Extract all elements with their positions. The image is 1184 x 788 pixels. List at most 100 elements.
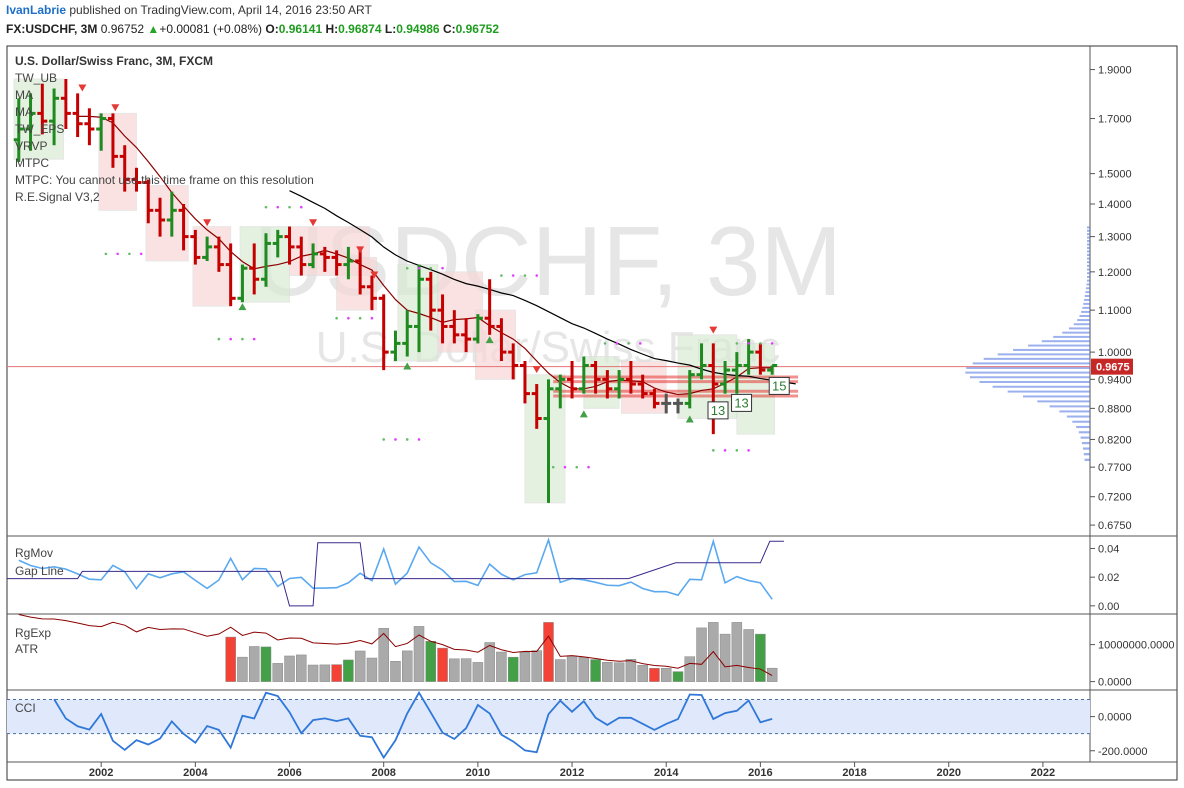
signal-dot <box>417 266 421 270</box>
pane4-label-cci[interactable]: CCI <box>15 701 36 715</box>
rgexp-bar <box>696 627 707 682</box>
volume-profile-bar <box>1079 314 1090 317</box>
volume-profile-bar <box>1013 348 1090 351</box>
pane3-label-atr[interactable]: ATR <box>15 642 38 656</box>
rgexp-bar <box>719 633 731 682</box>
indicator-mtpc-warning: MTPC: You cannot use this time frame on … <box>15 173 314 187</box>
price-tick-label: 1.2000 <box>1098 267 1132 279</box>
rgexp-bar <box>672 671 684 682</box>
volume-profile-bar <box>1062 331 1090 334</box>
volume-profile-bar <box>1087 257 1090 260</box>
pane3-tick-label: 10000000.0000 <box>1098 640 1174 652</box>
signal-dot <box>252 337 256 341</box>
rgexp-bar <box>743 629 754 682</box>
gap-line <box>7 540 784 607</box>
time-tick-label: 2020 <box>936 767 960 779</box>
indicator-mtpc[interactable]: MTPC <box>15 156 49 170</box>
time-tick-label: 2018 <box>842 767 866 779</box>
price-tick-label: 0.7700 <box>1098 462 1132 474</box>
signal-dot <box>747 342 750 345</box>
indicator-ma-1[interactable]: MA <box>15 88 33 102</box>
rgmov-line <box>18 537 773 600</box>
indicator-resignal[interactable]: R.E.Signal V3,2 <box>15 190 100 204</box>
rgexp-bar <box>237 656 248 682</box>
volume-profile-bar <box>979 380 1090 383</box>
buy-signal-icon <box>579 410 588 418</box>
volume-profile-bar <box>1087 233 1090 236</box>
signal-dot <box>394 438 397 441</box>
volume-profile-bar <box>1087 246 1090 249</box>
volume-profile-bar <box>969 376 1090 379</box>
rgexp-bar <box>296 654 307 682</box>
volume-profile-bar <box>1023 395 1090 398</box>
indicator-vrvp[interactable]: VRVP <box>15 139 47 153</box>
signal-dot <box>523 274 527 277</box>
chart-canvas[interactable]: USDCHF, 3M U.S. Dollar/Swiss Franc 13 131… <box>0 0 1184 788</box>
volume-profile-bar <box>1085 287 1090 290</box>
pane2-label-rgmov[interactable]: RgMov <box>15 546 53 560</box>
signal-dot <box>139 252 143 256</box>
signal-dot <box>563 465 567 469</box>
indicator-tw-eps[interactable]: TW_EPS <box>15 122 64 136</box>
rgexp-bar <box>343 659 354 682</box>
signal-dot <box>615 342 619 345</box>
time-tick-label: 2012 <box>560 767 584 779</box>
volume-profile-bar <box>1081 310 1090 313</box>
price-tick-label: 1.9000 <box>1098 65 1132 77</box>
price-tick-label: 1.1000 <box>1098 305 1132 317</box>
signal-dot <box>511 274 515 277</box>
signal-dot <box>264 205 268 209</box>
volume-profile-bar <box>1059 410 1090 413</box>
signal-dot <box>405 438 409 441</box>
indicator-ma-2[interactable]: MA <box>15 105 33 119</box>
price-tick-label: 0.8200 <box>1098 434 1132 446</box>
signal-dot <box>217 337 221 341</box>
rgmov-pane <box>7 537 784 607</box>
rgexp-bar <box>390 661 401 682</box>
buy-signal-icon <box>238 303 247 311</box>
signal-dot <box>104 252 108 256</box>
rgexp-bar <box>660 668 672 682</box>
volume-profile-bar <box>1068 327 1090 330</box>
rgexp-bar <box>331 664 342 682</box>
signal-dot <box>370 316 374 320</box>
volume-profile-bar <box>1084 458 1090 461</box>
signal-dot <box>747 449 750 452</box>
rgexp-bar <box>755 633 766 682</box>
pane2-label-gapline[interactable]: Gap Line <box>15 564 64 578</box>
rgexp-bar <box>578 656 590 682</box>
volume-profile-bar <box>1085 291 1090 294</box>
signal-dot <box>128 252 131 256</box>
rgexp-bar <box>449 658 460 682</box>
volume-profile-bar <box>1082 447 1090 450</box>
time-tick-label: 2016 <box>748 767 772 779</box>
rgexp-bar <box>602 662 613 682</box>
indicator-tw-ub[interactable]: TW_UB <box>15 71 57 85</box>
count-marker-label: 13 <box>734 395 748 410</box>
signal-dot <box>735 342 739 345</box>
volume-profile-bar <box>1049 405 1090 408</box>
pane3-label-rgexp[interactable]: RgExp <box>15 626 51 640</box>
rgexp-bar <box>649 668 660 682</box>
rgexp-bar <box>496 651 507 682</box>
signal-dot <box>735 449 739 452</box>
volume-profile-bar <box>1084 298 1090 301</box>
rgexp-bar <box>319 664 331 682</box>
rgexp-bar <box>625 659 637 682</box>
price-tick-label: 1.5000 <box>1098 169 1132 181</box>
volume-profile-bar <box>1066 415 1090 418</box>
rgexp-bar <box>260 646 272 682</box>
signal-dot <box>241 337 244 341</box>
signal-dot <box>429 266 433 270</box>
rgexp-bar <box>684 656 696 682</box>
volume-profile-bar <box>1028 344 1090 347</box>
signal-dot <box>759 342 762 345</box>
signal-dot <box>587 465 590 469</box>
rgexp-bar <box>401 650 413 682</box>
price-tick-label: 0.6750 <box>1098 520 1132 532</box>
volume-profile-bar <box>972 362 1090 365</box>
rgexp-bar <box>354 650 366 682</box>
rgexp-bar <box>590 659 601 682</box>
volume-profile-bar <box>1087 250 1090 253</box>
volume-profile-bar <box>1078 431 1090 434</box>
